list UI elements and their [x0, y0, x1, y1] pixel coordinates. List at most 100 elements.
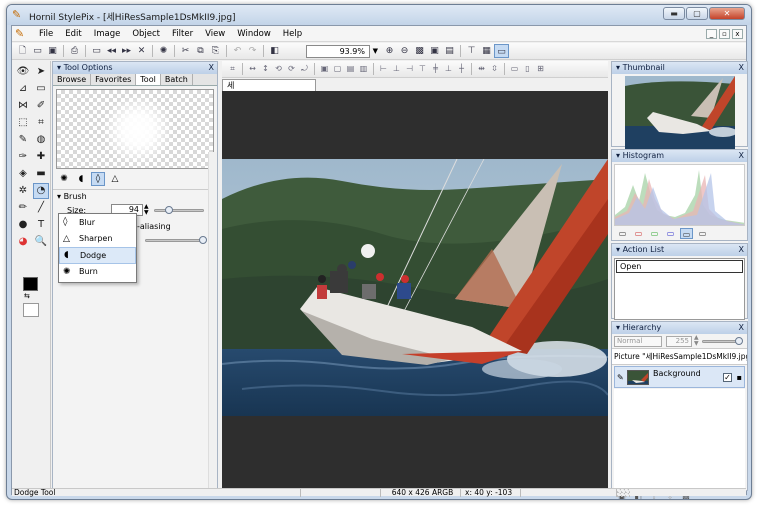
tab-batch[interactable]: Batch: [161, 74, 193, 85]
next-icon[interactable]: ▸▸: [119, 44, 134, 58]
dodge-icon[interactable]: ◖: [74, 172, 88, 186]
space-vertical-icon[interactable]: ⇳: [488, 62, 501, 76]
size-stepper[interactable]: ▲ ▼: [144, 204, 149, 216]
channel-blue-icon[interactable]: ▭: [664, 228, 677, 239]
space-horizontal-icon[interactable]: ⇹: [475, 62, 488, 76]
burn-icon[interactable]: ✺: [57, 172, 71, 186]
panel-close-button[interactable]: X: [739, 150, 744, 162]
magnifier-icon[interactable]: 🔍: [33, 234, 49, 250]
text-icon[interactable]: T: [33, 217, 49, 233]
channel-all-icon[interactable]: ▭: [680, 228, 693, 239]
eye-icon[interactable]: 👁: [15, 64, 31, 80]
print-icon[interactable]: ⎙: [67, 44, 82, 58]
redo-icon[interactable]: ↷: [245, 44, 260, 58]
brush-section-header[interactable]: ▾ Brush: [53, 190, 217, 203]
tab-browse[interactable]: Browse: [53, 74, 92, 85]
size-slider[interactable]: [154, 209, 204, 212]
zoom-out-icon[interactable]: ⊖: [397, 44, 412, 58]
zoom-in-icon[interactable]: ⊕: [382, 44, 397, 58]
foreground-color-swatch[interactable]: [23, 277, 38, 291]
crop-icon[interactable]: ⌗: [226, 62, 239, 76]
mdi-restore-button[interactable]: ▫: [719, 28, 730, 39]
opacity-input[interactable]: 255: [666, 336, 692, 347]
flyout-item-burn[interactable]: ✺ Burn: [59, 264, 136, 281]
align-left-icon[interactable]: ⊢: [377, 62, 390, 76]
rotate-right-icon[interactable]: ⟳: [285, 62, 298, 76]
monitor-icon[interactable]: ▭: [89, 44, 104, 58]
menu-view[interactable]: View: [199, 26, 231, 42]
lock-icon[interactable]: ▪: [737, 373, 742, 382]
channel-red-icon[interactable]: ▭: [632, 228, 645, 239]
undo-icon[interactable]: ↶: [230, 44, 245, 58]
object-back-icon[interactable]: ▢: [331, 62, 344, 76]
channel-rgb-icon[interactable]: ▭: [616, 228, 629, 239]
menu-edit[interactable]: Edit: [59, 26, 87, 42]
flyout-item-sharpen[interactable]: △ Sharpen: [59, 231, 136, 248]
chevron-down-icon[interactable]: ▼: [373, 46, 378, 57]
menu-file[interactable]: File: [33, 26, 59, 42]
panel-close-button[interactable]: X: [739, 322, 744, 334]
strength-slider[interactable]: [145, 239, 205, 242]
blend-mode-select[interactable]: Normal: [614, 336, 662, 347]
panel-close-button[interactable]: X: [739, 244, 744, 256]
flyout-item-dodge[interactable]: ◖ Dodge: [59, 247, 136, 264]
background-color-swatch[interactable]: [23, 303, 39, 317]
shape-icon[interactable]: ●: [15, 217, 31, 233]
channel-luminance-icon[interactable]: ▭: [696, 228, 709, 239]
previous-icon[interactable]: ◂◂: [104, 44, 119, 58]
picture-node[interactable]: Picture "세HiResSample1DsMkII9.jpg": [612, 348, 747, 365]
tab-favorites[interactable]: Favorites: [91, 74, 137, 85]
rotate-left-icon[interactable]: ⟲: [272, 62, 285, 76]
sharpen-triangle-icon[interactable]: △: [108, 172, 122, 186]
size-slider-handle[interactable]: [165, 206, 173, 214]
zoom-select[interactable]: 93.9% ▼: [306, 44, 378, 58]
thumbnail-image[interactable]: [624, 76, 735, 150]
close-button[interactable]: ✕: [709, 7, 745, 20]
align-top-icon[interactable]: ⊤: [416, 62, 429, 76]
flyout-item-blur[interactable]: ◊ Blur: [59, 214, 136, 231]
clone-stamp-icon[interactable]: ✑: [15, 149, 31, 165]
tab-tool[interactable]: Tool: [136, 74, 161, 85]
heal-icon[interactable]: ✚: [33, 149, 49, 165]
full-screen-icon[interactable]: ▤: [442, 44, 457, 58]
save-icon[interactable]: ▣: [45, 44, 60, 58]
align-middle-icon[interactable]: ╪: [429, 62, 442, 76]
smudge-icon[interactable]: ✲: [15, 183, 31, 199]
menu-help[interactable]: Help: [277, 26, 308, 42]
rotate-icon[interactable]: ⤾: [298, 62, 311, 76]
layer-row[interactable]: ✎ Background ✓ ▪: [614, 366, 745, 388]
maximize-button[interactable]: ▢: [686, 7, 708, 20]
close-doc-icon[interactable]: ✕: [134, 44, 149, 58]
color-wheel-icon[interactable]: ◕: [15, 234, 31, 250]
menu-image[interactable]: Image: [88, 26, 127, 42]
eraser-icon[interactable]: ◍: [33, 132, 49, 148]
opacity-slider-handle[interactable]: [735, 337, 743, 345]
paste-icon[interactable]: ⎘: [208, 44, 223, 58]
screen-mode-icon[interactable]: ▭: [494, 44, 509, 58]
flip-horizontal-icon[interactable]: ↔: [246, 62, 259, 76]
title-bar[interactable]: ✎ Hornil StylePix - [세HiResSample1DsMkII…: [7, 5, 751, 25]
cut-icon[interactable]: ✂: [178, 44, 193, 58]
same-size-icon[interactable]: ⊞: [534, 62, 547, 76]
action-item[interactable]: Open: [616, 260, 743, 273]
panel-close-button[interactable]: X: [209, 62, 214, 74]
ruler-icon[interactable]: ⊤: [464, 44, 479, 58]
copy-icon[interactable]: ⧉: [193, 44, 208, 58]
grid-icon[interactable]: ▦: [479, 44, 494, 58]
actual-size-icon[interactable]: ▣: [427, 44, 442, 58]
object-ungroup-icon[interactable]: ▥: [357, 62, 370, 76]
dodge-tool-icon[interactable]: ◔: [33, 183, 49, 199]
marquee-icon[interactable]: ⬚: [15, 115, 31, 131]
brush-icon[interactable]: ✎: [15, 132, 31, 148]
fill-bucket-icon[interactable]: ◈: [15, 166, 31, 182]
object-group-icon[interactable]: ▤: [344, 62, 357, 76]
document-menu-icon[interactable]: ✎: [15, 27, 29, 40]
channel-green-icon[interactable]: ▭: [648, 228, 661, 239]
object-front-icon[interactable]: ▣: [318, 62, 331, 76]
align-center-icon[interactable]: ⊥: [390, 62, 403, 76]
canvas-area[interactable]: [222, 91, 608, 488]
menu-filter[interactable]: Filter: [166, 26, 199, 42]
open-folder-icon[interactable]: ▭: [30, 44, 45, 58]
strength-slider-handle[interactable]: [199, 236, 207, 244]
document-tab[interactable]: 세HiResSample1DsMkII9.jpg: [222, 79, 331, 102]
